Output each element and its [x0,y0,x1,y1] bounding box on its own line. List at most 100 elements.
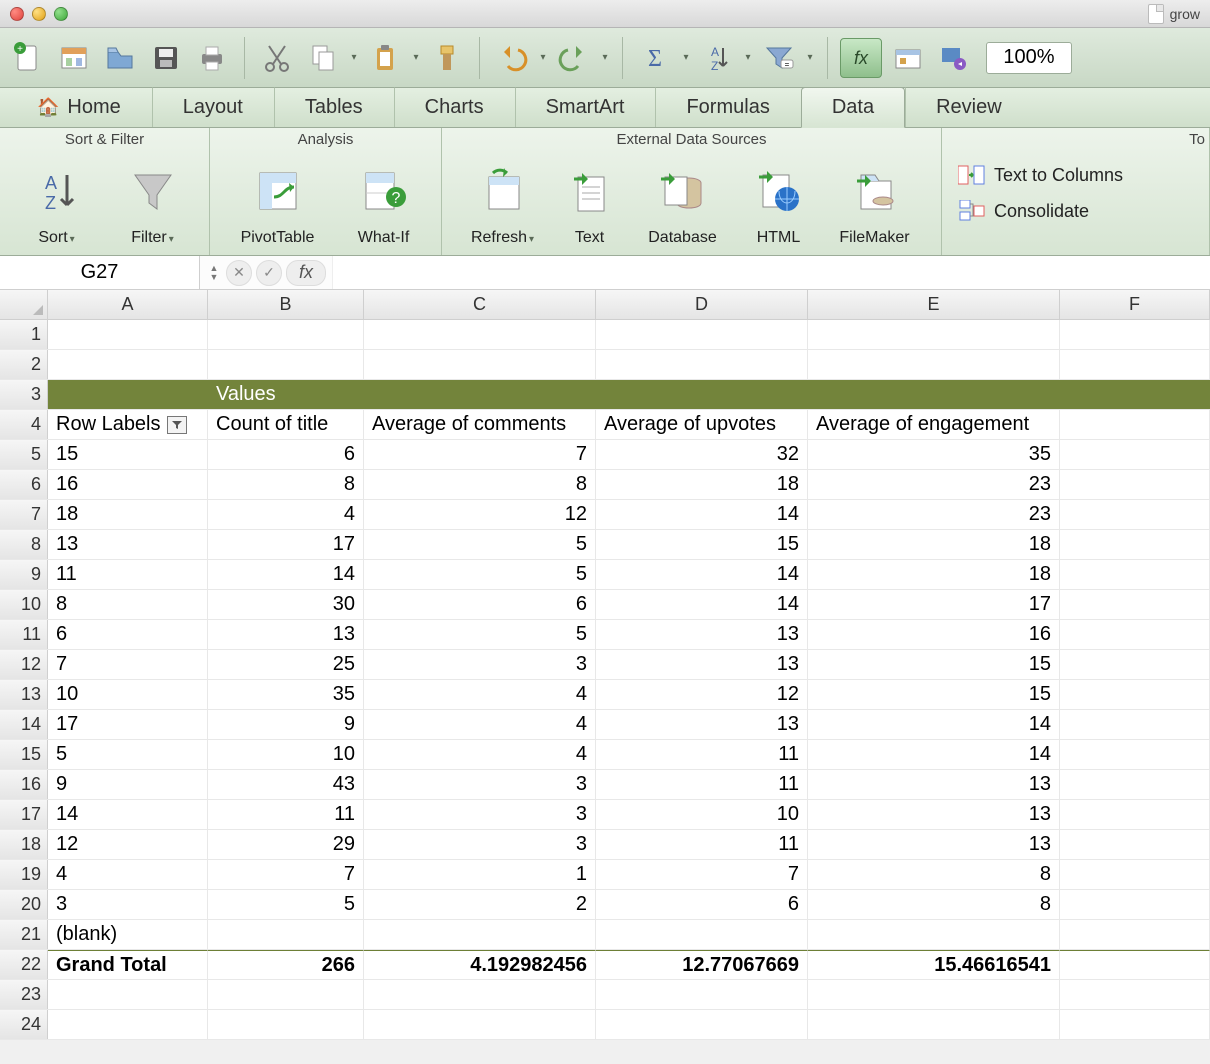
row-header[interactable]: 13 [0,680,48,709]
filter-dropdown[interactable]: ▾ [805,52,815,63]
redo-dropdown[interactable]: ▾ [600,52,610,63]
row-header[interactable]: 22 [0,950,48,979]
cell[interactable] [1060,800,1210,829]
cell[interactable]: 13 [808,830,1060,859]
cell[interactable]: 10 [596,800,808,829]
cell[interactable]: Average of engagement [808,410,1060,439]
format-painter-button[interactable] [427,38,467,78]
text-to-columns-button[interactable]: Text to Columns [956,160,1125,190]
cell[interactable] [808,980,1060,1009]
cell[interactable]: 13 [48,530,208,559]
cell[interactable] [1060,500,1210,529]
cell[interactable]: 15 [808,680,1060,709]
cell[interactable]: 18 [808,530,1060,559]
cell[interactable]: 8 [808,890,1060,919]
cell[interactable]: 7 [596,860,808,889]
cell[interactable]: 8 [48,590,208,619]
cell[interactable] [1060,980,1210,1009]
tab-charts[interactable]: Charts [394,87,515,127]
cell[interactable]: 3 [364,830,596,859]
row-header[interactable]: 2 [0,350,48,379]
cell[interactable] [1060,920,1210,949]
cell[interactable]: 11 [596,740,808,769]
import-text-button[interactable]: Text [555,153,625,251]
select-all-corner[interactable] [0,290,48,319]
cut-button[interactable] [257,38,297,78]
cell[interactable] [48,380,208,409]
row-header[interactable]: 9 [0,560,48,589]
cell[interactable] [364,920,596,949]
cell[interactable] [1060,890,1210,919]
cell[interactable]: 15 [596,530,808,559]
cell[interactable] [1060,590,1210,619]
cell[interactable]: 3 [364,650,596,679]
cell[interactable] [1060,1010,1210,1039]
filter-toolbar-button[interactable]: = [759,38,799,78]
cell[interactable] [364,320,596,349]
name-box[interactable]: G27 [0,256,200,289]
paste-button[interactable] [365,38,405,78]
cell[interactable] [808,380,1060,409]
cell[interactable]: 25 [208,650,364,679]
cell[interactable] [48,320,208,349]
cell[interactable]: 1 [364,860,596,889]
cancel-formula-button[interactable]: ✕ [226,260,252,286]
cell[interactable]: 9 [48,770,208,799]
cell[interactable]: 23 [808,470,1060,499]
cell[interactable]: 5 [364,620,596,649]
redo-button[interactable] [554,38,594,78]
cell[interactable]: 14 [596,500,808,529]
cell[interactable]: 7 [208,860,364,889]
toolbox-button[interactable] [888,38,928,78]
sort-button[interactable]: AZ Sort▾ [13,153,101,251]
cell[interactable] [364,350,596,379]
close-button[interactable] [10,7,24,21]
cell[interactable]: 4 [208,500,364,529]
sort-toolbar-button[interactable]: AZ [697,38,737,78]
pivot-filter-button[interactable] [167,416,187,434]
cell[interactable]: 15 [48,440,208,469]
undo-dropdown[interactable]: ▾ [538,52,548,63]
row-header[interactable]: 3 [0,380,48,409]
paste-dropdown[interactable]: ▾ [411,52,421,63]
cell[interactable] [48,350,208,379]
cell[interactable]: 15.46616541 [808,950,1060,979]
cell[interactable] [596,920,808,949]
cell[interactable]: 6 [596,890,808,919]
cell[interactable]: 18 [808,560,1060,589]
cell[interactable] [596,380,808,409]
row-header[interactable]: 18 [0,830,48,859]
whatif-button[interactable]: ? What-If [340,153,428,251]
cell[interactable] [808,320,1060,349]
cell[interactable]: 14 [808,710,1060,739]
accept-formula-button[interactable]: ✓ [256,260,282,286]
cell[interactable] [1060,560,1210,589]
cell[interactable] [48,980,208,1009]
cell[interactable]: 14 [596,560,808,589]
cell[interactable]: 14 [596,590,808,619]
undo-button[interactable] [492,38,532,78]
row-header[interactable]: 19 [0,860,48,889]
cell[interactable]: 12 [48,830,208,859]
cell[interactable] [1060,950,1210,979]
tab-home[interactable]: 🏠Home [6,87,152,127]
cell[interactable]: 11 [596,830,808,859]
cell[interactable]: 5 [208,890,364,919]
cell[interactable]: 13 [596,710,808,739]
cell[interactable]: 13 [808,800,1060,829]
show-formula-builder-button[interactable]: fx [840,38,882,78]
spreadsheet-grid[interactable]: A B C D E F 123Values4Row LabelsCount of… [0,290,1210,1040]
row-header[interactable]: 11 [0,620,48,649]
cell[interactable]: 5 [48,740,208,769]
col-header[interactable]: A [48,290,208,319]
col-header[interactable]: B [208,290,364,319]
cell[interactable]: 6 [364,590,596,619]
autosum-dropdown[interactable]: ▾ [681,52,691,63]
cell[interactable]: Count of title [208,410,364,439]
cell[interactable]: 6 [208,440,364,469]
tab-review[interactable]: Review [905,87,1033,127]
cell[interactable] [208,320,364,349]
cell[interactable] [208,350,364,379]
cell[interactable]: 2 [364,890,596,919]
cell[interactable]: 8 [208,470,364,499]
